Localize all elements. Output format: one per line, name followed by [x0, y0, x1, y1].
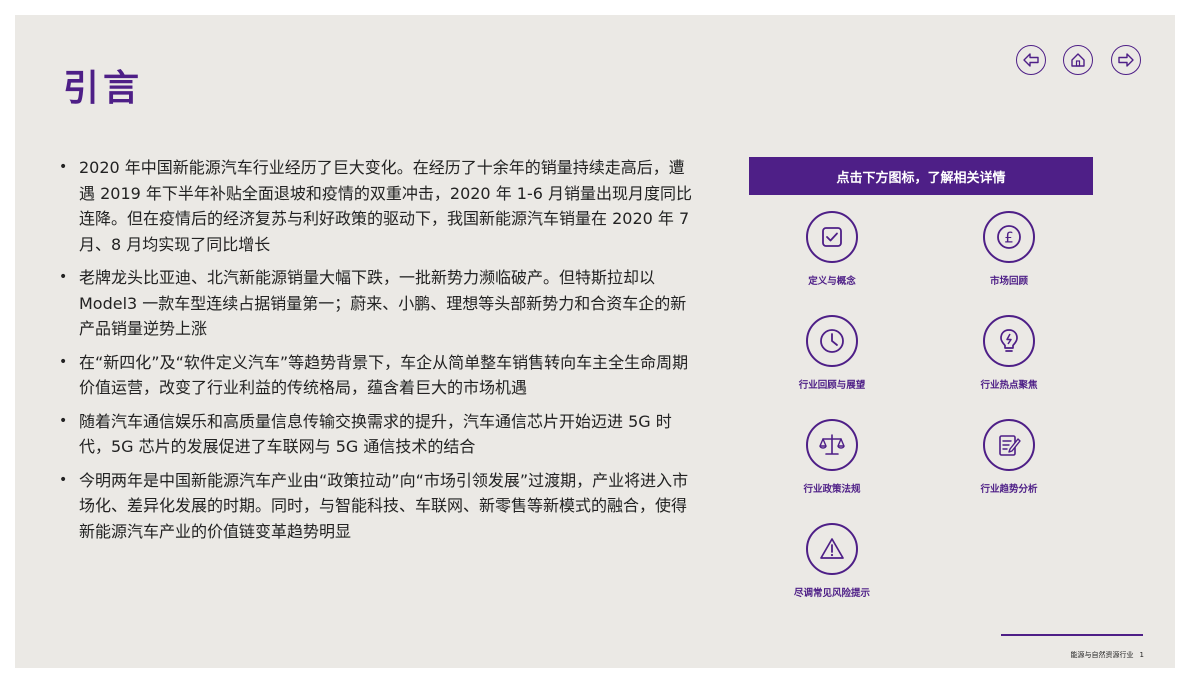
- arrow-right-icon: [1118, 53, 1134, 67]
- page-title: 引言: [63, 68, 144, 109]
- tile-label: 市场回顾: [989, 276, 1028, 287]
- tile-icon-circle: [806, 523, 858, 575]
- slide: 引言 2020 年中国新能源汽车行业经历了巨大变化。在经历了十余年的销量持续走高…: [15, 15, 1175, 668]
- back-button[interactable]: [1016, 45, 1046, 75]
- tile-label: 定义与概念: [808, 276, 856, 287]
- tile-market-review[interactable]: £ 市场回顾: [939, 211, 1079, 287]
- footer-divider: [1001, 634, 1143, 636]
- arrow-left-icon: [1023, 53, 1039, 67]
- lightbulb-icon: [1000, 329, 1018, 352]
- footer: 能源与自然资源行业 1: [1071, 650, 1144, 660]
- tile-hot-topics[interactable]: 行业热点聚焦: [939, 315, 1079, 391]
- pound-icon: £: [997, 225, 1021, 249]
- page-number: 1: [1139, 651, 1144, 659]
- bullet-item: 随着汽车通信娱乐和高质量信息传输交换需求的提升，汽车通信芯片开始迈进 5G 时代…: [59, 409, 699, 460]
- clock-icon: [820, 329, 844, 353]
- bullet-item: 2020 年中国新能源汽车行业经历了巨大变化。在经历了十余年的销量持续走高后，遭…: [59, 155, 699, 257]
- svg-text:£: £: [1004, 229, 1014, 247]
- tile-definition[interactable]: 定义与概念: [762, 211, 902, 287]
- bullet-item: 老牌龙头比亚迪、北汽新能源销量大幅下跌，一批新势力濒临破产。但特斯拉却以 Mod…: [59, 265, 699, 342]
- tile-label: 行业热点聚焦: [980, 380, 1038, 391]
- tile-icon-circle: [983, 419, 1035, 471]
- panel-header: 点击下方图标，了解相关详情: [749, 157, 1093, 195]
- tile-policy[interactable]: 行业政策法规: [762, 419, 902, 495]
- tile-label: 行业回顾与展望: [798, 380, 866, 391]
- tile-risk[interactable]: 尽调常见风险提示: [762, 523, 902, 599]
- warning-icon: [820, 538, 844, 559]
- scales-icon: [819, 434, 845, 455]
- tile-icon-circle: [806, 315, 858, 367]
- bullet-item: 今明两年是中国新能源汽车产业由“政策拉动”向“市场引领发展”过渡期，产业将进入市…: [59, 468, 699, 545]
- tile-industry-review[interactable]: 行业回顾与展望: [762, 315, 902, 391]
- tile-icon-circle: [806, 211, 858, 263]
- bullet-list: 2020 年中国新能源汽车行业经历了巨大变化。在经历了十余年的销量持续走高后，遭…: [59, 155, 699, 552]
- home-button[interactable]: [1063, 45, 1093, 75]
- tile-icon-circle: [983, 315, 1035, 367]
- home-icon: [1071, 53, 1085, 67]
- footer-label: 能源与自然资源行业: [1070, 651, 1134, 659]
- tile-icon-circle: £: [983, 211, 1035, 263]
- tile-label: 行业趋势分析: [980, 484, 1038, 495]
- tile-icon-circle: [806, 419, 858, 471]
- tile-label: 尽调常见风险提示: [793, 588, 870, 599]
- tile-trends[interactable]: 行业趋势分析: [939, 419, 1079, 495]
- forward-button[interactable]: [1111, 45, 1141, 75]
- bullet-item: 在“新四化”及“软件定义汽车”等趋势背景下，车企从简单整车销售转向车主全生命周期…: [59, 350, 699, 401]
- tile-label: 行业政策法规: [803, 484, 861, 495]
- checkbox-icon: [822, 227, 842, 247]
- document-edit-icon: [999, 435, 1021, 456]
